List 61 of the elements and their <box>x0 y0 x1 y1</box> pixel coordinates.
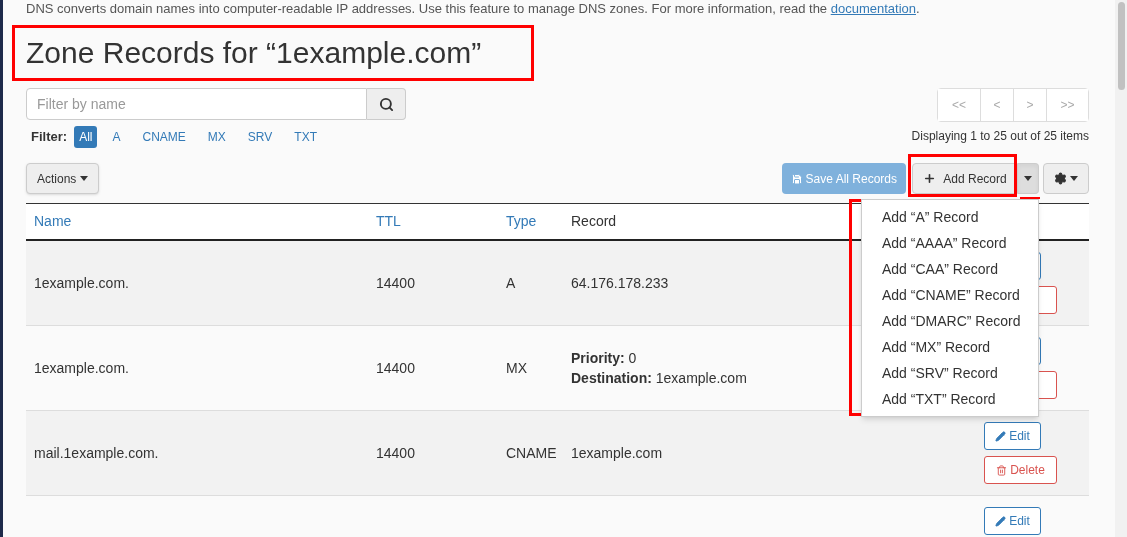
filter-label: Filter: <box>31 128 68 147</box>
search-button[interactable] <box>367 88 406 120</box>
trash-icon <box>996 464 1008 476</box>
documentation-link[interactable]: documentation <box>830 1 916 16</box>
delete-button[interactable]: Delete <box>984 456 1057 484</box>
record-line: 1example.com <box>571 444 663 463</box>
settings-icon <box>1054 172 1067 185</box>
page-button[interactable]: >> <box>1046 89 1088 121</box>
page-button[interactable]: << <box>938 89 980 121</box>
filter-option[interactable]: CNAME <box>135 126 193 148</box>
edit-button[interactable]: Edit <box>984 422 1041 450</box>
column-header[interactable]: Name <box>26 211 376 232</box>
edit-button[interactable]: Edit <box>984 507 1041 535</box>
column-header[interactable]: TTL <box>376 211 506 232</box>
add-record-button[interactable]: Add Record <box>912 163 1018 194</box>
page-title: Zone Records for “1example.com” <box>26 35 482 71</box>
table-cell: CNAME <box>506 444 557 461</box>
table-cell: A <box>506 274 516 291</box>
menu-item[interactable]: Add “CAA” Record <box>862 256 1038 282</box>
column-header[interactable]: Type <box>506 211 571 232</box>
filter-option[interactable]: A <box>105 126 128 148</box>
menu-item[interactable]: Add “AAAA” Record <box>862 230 1038 256</box>
table-cell: 14400 <box>376 359 415 376</box>
record-line: Destination: 1example.com <box>571 369 747 388</box>
table-cell: MX <box>506 359 527 376</box>
caret-icon <box>80 176 89 181</box>
caret-icon <box>1024 176 1032 181</box>
filter-option[interactable]: All <box>74 126 98 148</box>
actions-button[interactable]: Actions <box>26 163 100 194</box>
record-line: Priority: 0 <box>571 349 637 368</box>
plus-icon <box>923 172 937 185</box>
pagination-summary: Displaying 1 to 25 out of 25 items <box>911 128 1089 145</box>
table-cell: 1example.com. <box>34 274 129 291</box>
column-header: Record <box>571 212 617 231</box>
menu-item[interactable]: Add “DMARC” Record <box>862 308 1038 334</box>
intro-text: DNS converts domain names into computer-readable IP addresses. Use this feature to manage DNS zones. For more information, read the documentation. <box>26 0 921 17</box>
menu-item[interactable]: Add “SRV” Record <box>862 360 1038 386</box>
filter-field[interactable]: Filter by name <box>26 88 367 120</box>
menu-item[interactable]: Add “A” Record <box>862 204 1038 230</box>
settings-button[interactable] <box>1043 163 1089 194</box>
filter-option[interactable]: MX <box>200 126 233 148</box>
table-cell: 1example.com. <box>34 359 129 376</box>
floppy-icon <box>790 172 803 185</box>
pencil-icon <box>995 430 1007 442</box>
scrollbar-thumb[interactable] <box>1117 2 1125 90</box>
menu-item[interactable]: Add “TXT” Record <box>862 386 1038 412</box>
highlight-underline <box>1020 197 1040 199</box>
caret-icon <box>1070 176 1078 181</box>
table-cell: 14400 <box>376 274 415 291</box>
page-button[interactable]: > <box>1013 89 1046 121</box>
filter-option[interactable]: SRV <box>240 126 280 148</box>
page-button[interactable]: < <box>980 89 1013 121</box>
menu-item[interactable]: Add “CNAME” Record <box>862 282 1038 308</box>
dropdown-toggle[interactable] <box>1018 163 1039 194</box>
table-cell: mail.1example.com. <box>34 444 159 461</box>
menu-item[interactable]: Add “MX” Record <box>862 334 1038 360</box>
search-icon <box>378 96 394 112</box>
table-cell: 14400 <box>376 444 415 461</box>
filter-option[interactable]: TXT <box>287 126 324 148</box>
record-line: 64.176.178.233 <box>571 274 669 293</box>
pencil-icon <box>995 515 1007 527</box>
